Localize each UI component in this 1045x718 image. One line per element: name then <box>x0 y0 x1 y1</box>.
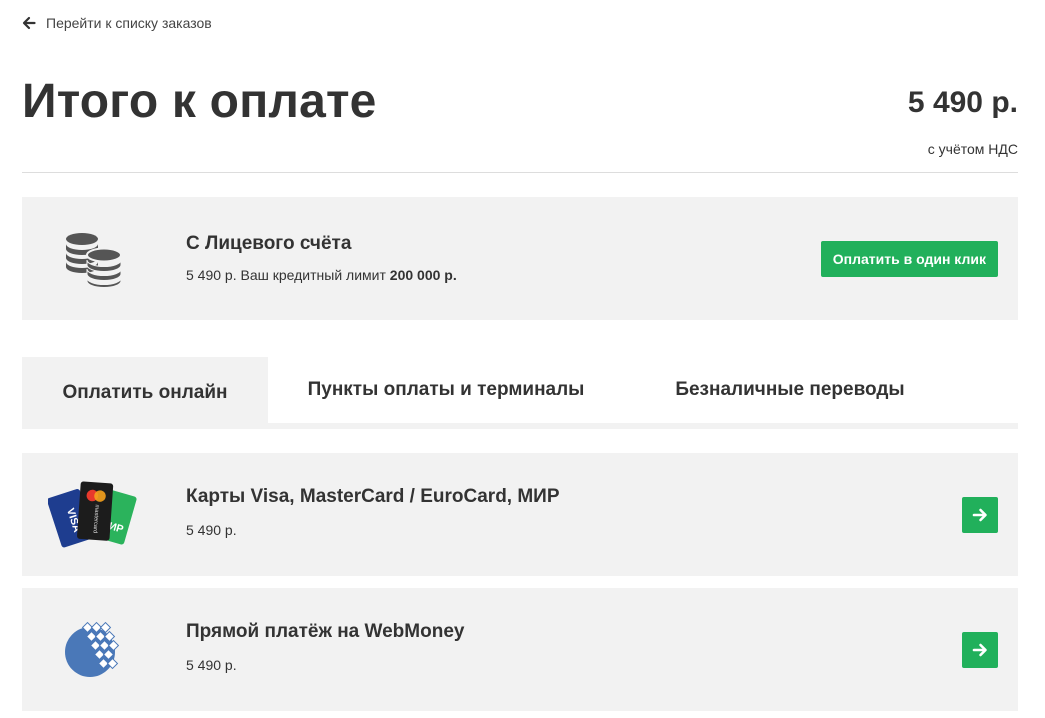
account-amount: 5 490 р. <box>186 267 237 283</box>
tabs-underline <box>22 423 1018 429</box>
webmoney-icon <box>48 588 140 711</box>
tab-payment-points[interactable]: Пункты оплаты и терминалы <box>268 357 624 423</box>
method-amount: 5 490 р. <box>186 657 237 673</box>
account-details: 5 490 р. Ваш кредитный лимит 200 000 р. <box>186 267 457 283</box>
total-amount: 5 490 р. <box>907 86 1018 119</box>
arrow-right-icon <box>972 508 987 522</box>
back-link-label: Перейти к списку заказов <box>46 15 212 31</box>
back-to-orders-link[interactable]: Перейти к списку заказов <box>22 15 212 31</box>
one-click-pay-button[interactable]: Оплатить в один клик <box>820 241 998 277</box>
payment-tabs: Оплатить онлайн Пункты оплаты и терминал… <box>22 357 1018 429</box>
method-bank-cards[interactable]: МИР VISA mastercard Карты Visa, MasterCa… <box>22 453 1018 576</box>
arrow-right-icon <box>972 643 987 657</box>
credit-limit-value: 200 000 р. <box>389 267 457 283</box>
arrow-left-icon <box>22 16 36 30</box>
coins-icon <box>48 197 140 320</box>
method-amount: 5 490 р. <box>186 522 237 538</box>
page-title: Итого к оплате <box>22 75 377 128</box>
go-cards-button[interactable] <box>962 497 998 533</box>
credit-limit-text: Ваш кредитный лимит <box>240 267 386 283</box>
divider <box>22 172 1018 173</box>
bank-cards-icon: МИР VISA mastercard <box>48 453 140 576</box>
method-title: Прямой платёж на WebMoney <box>186 621 465 642</box>
go-webmoney-button[interactable] <box>962 632 998 668</box>
account-title: С Лицевого счёта <box>186 233 352 254</box>
method-webmoney[interactable]: Прямой платёж на WebMoney 5 490 р. <box>22 588 1018 711</box>
account-payment-panel: С Лицевого счёта 5 490 р. Ваш кредитный … <box>22 197 1018 320</box>
method-title: Карты Visa, MasterCard / EuroCard, МИР <box>186 486 560 507</box>
vat-note: с учётом НДС <box>927 141 1018 157</box>
tab-bank-transfer[interactable]: Безналичные переводы <box>624 357 956 423</box>
tab-online[interactable]: Оплатить онлайн <box>22 357 268 429</box>
